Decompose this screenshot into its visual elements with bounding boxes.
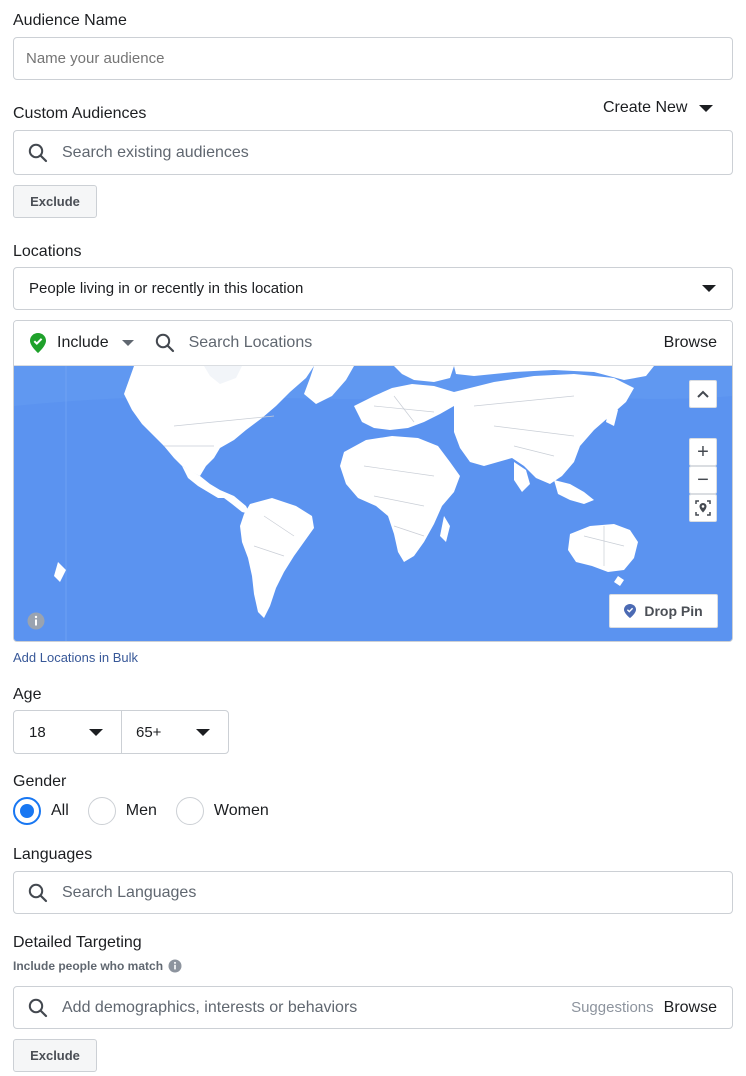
- radio-unselected[interactable]: [87, 797, 116, 825]
- age-min-select[interactable]: 18: [14, 711, 122, 753]
- map-zoom-out-button[interactable]: −: [689, 466, 717, 494]
- drop-pin-label: Drop Pin: [644, 603, 703, 619]
- search-icon: [28, 998, 48, 1018]
- map-zoom-in-button[interactable]: +: [689, 438, 717, 466]
- detailed-targeting-placeholder: Add demographics, interests or behaviors: [62, 998, 358, 1016]
- include-dropdown[interactable]: Include: [30, 333, 134, 353]
- detailed-targeting-label: Detailed Targeting: [13, 934, 142, 951]
- languages-label: Languages: [13, 846, 93, 863]
- gender-option-men[interactable]: Men: [87, 797, 157, 825]
- suggestions-button[interactable]: Suggestions: [571, 999, 654, 1016]
- world-map[interactable]: + − Drop Pin: [14, 365, 732, 641]
- radio-selected[interactable]: [13, 797, 41, 825]
- exclude-audiences-button[interactable]: Exclude: [13, 185, 97, 218]
- drop-pin-button[interactable]: Drop Pin: [609, 594, 718, 628]
- location-search-input[interactable]: Search Locations: [189, 334, 664, 352]
- map-info-icon[interactable]: [27, 612, 45, 630]
- chevron-down-icon: [89, 728, 103, 736]
- age-min-value: 18: [29, 723, 46, 741]
- gender-option-label: All: [51, 802, 69, 819]
- search-icon: [28, 143, 48, 163]
- chevron-down-icon: [699, 104, 714, 112]
- languages-search[interactable]: Search Languages: [13, 871, 733, 914]
- chevron-up-icon: [697, 390, 709, 398]
- search-icon: [28, 883, 48, 903]
- chevron-down-icon: [702, 285, 716, 292]
- gender-label: Gender: [13, 773, 67, 790]
- map-locate-button[interactable]: [689, 494, 717, 522]
- location-map-panel: Include Search Locations Browse + − Drop…: [13, 320, 733, 642]
- chevron-down-icon: [121, 340, 134, 346]
- age-max-select[interactable]: 65+: [122, 711, 228, 753]
- detailed-targeting-browse-button[interactable]: Browse: [664, 999, 717, 1017]
- audience-name-input[interactable]: [13, 37, 733, 80]
- radio-unselected[interactable]: [175, 797, 204, 825]
- create-new-dropdown[interactable]: Create New: [603, 99, 714, 117]
- custom-audiences-search[interactable]: Search existing audiences: [13, 130, 733, 175]
- age-max-value: 65+: [136, 723, 162, 741]
- custom-audiences-label: Custom Audiences: [13, 105, 147, 122]
- include-label: Include: [57, 334, 109, 351]
- create-new-label: Create New: [603, 99, 688, 116]
- age-label: Age: [13, 686, 42, 703]
- add-locations-bulk-link[interactable]: Add Locations in Bulk: [13, 650, 138, 665]
- search-icon: [155, 333, 175, 353]
- pin-icon: [624, 604, 637, 618]
- exclude-targeting-button[interactable]: Exclude: [13, 1039, 97, 1072]
- location-browse-button[interactable]: Browse: [664, 334, 717, 352]
- location-type-value: People living in or recently in this loc…: [29, 280, 304, 297]
- gender-option-label: Men: [125, 802, 157, 819]
- gender-option-label: Women: [213, 802, 269, 819]
- gender-option-women[interactable]: Women: [175, 797, 269, 825]
- chevron-down-icon: [196, 728, 210, 736]
- location-search-bar: Include Search Locations Browse: [14, 321, 732, 365]
- age-range: 18 65+: [13, 710, 229, 754]
- custom-audiences-search-placeholder: Search existing audiences: [62, 143, 249, 161]
- location-pin-check-icon: [30, 333, 46, 353]
- audience-name-label: Audience Name: [13, 12, 127, 29]
- locate-pin-icon: [694, 499, 712, 517]
- include-match-label: Include people who match: [13, 959, 164, 973]
- locations-label: Locations: [13, 243, 82, 260]
- info-icon[interactable]: [168, 959, 182, 973]
- location-type-select[interactable]: People living in or recently in this loc…: [13, 267, 733, 310]
- gender-options: All Men Women: [13, 797, 269, 825]
- detailed-targeting-search[interactable]: Add demographics, interests or behaviors…: [13, 986, 733, 1029]
- languages-search-placeholder: Search Languages: [62, 883, 197, 901]
- detailed-targeting-subheader: Include people who match: [13, 959, 182, 973]
- gender-option-all[interactable]: All: [13, 797, 69, 825]
- map-collapse-button[interactable]: [689, 380, 717, 408]
